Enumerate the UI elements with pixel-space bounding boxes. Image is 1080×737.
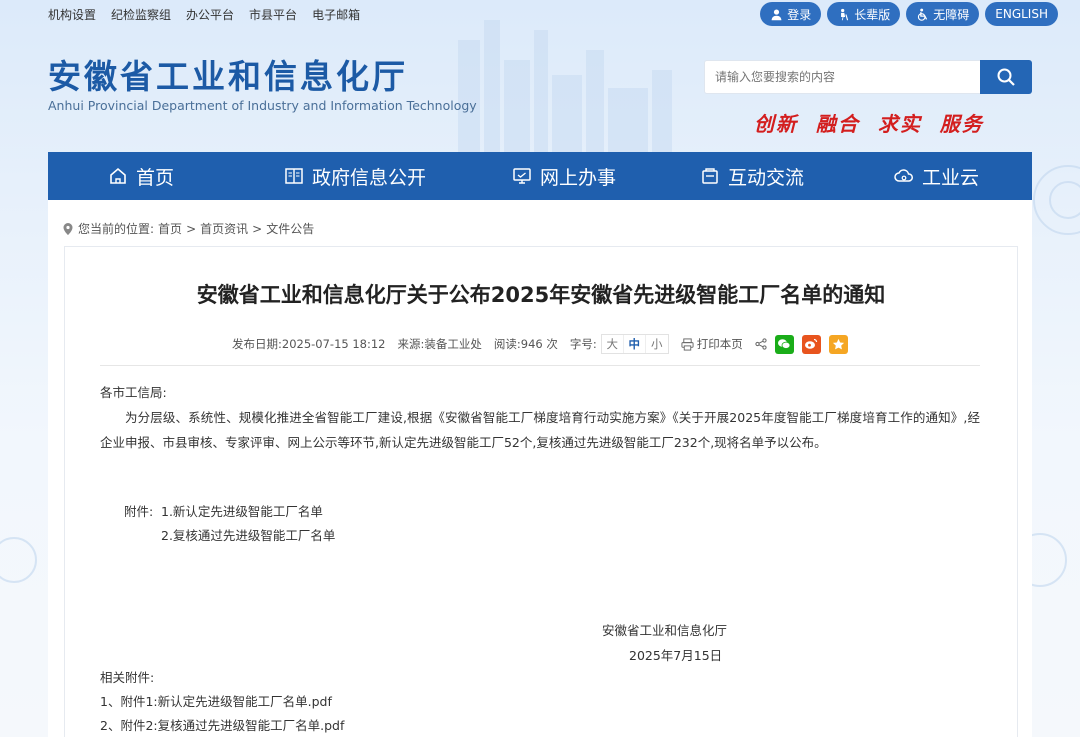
nav-home-label: 首页 (136, 166, 175, 189)
breadcrumb-notices[interactable]: 文件公告 (266, 220, 314, 237)
font-size-small[interactable]: 小 (646, 335, 668, 353)
breadcrumb-sep: > (186, 221, 197, 236)
nav-online-service[interactable]: 网上办事 (512, 152, 616, 200)
site-logo-subtitle: Anhui Provincial Department of Industry … (48, 98, 477, 113)
signature-org: 安徽省工业和信息化厅 (602, 623, 728, 638)
breadcrumb-sep: > (252, 221, 263, 236)
accessible-label: 无障碍 (933, 7, 970, 22)
wheelchair-icon (918, 8, 928, 21)
english-label: ENGLISH (995, 7, 1048, 21)
meta-divider (100, 365, 980, 366)
printer-icon (681, 337, 694, 351)
star-icon (832, 338, 844, 349)
breadcrumb-news[interactable]: 首页资讯 (200, 220, 248, 237)
weibo-share-button[interactable] (801, 334, 821, 354)
home-icon (110, 167, 126, 184)
font-size-control: 字号: 大 中 小 (570, 334, 669, 354)
top-link-cities[interactable]: 市县平台 (249, 6, 297, 23)
font-size-large[interactable]: 大 (602, 335, 624, 353)
related-attachment-link-1[interactable]: 1、附件1:新认定先进级智能工厂名单.pdf (100, 690, 332, 714)
user-icon (771, 8, 782, 20)
top-link-discipline[interactable]: 纪检监察组 (111, 6, 171, 23)
article-meta: 发布日期:2025-07-15 18:12 来源:装备工业处 阅读:946 次 … (232, 334, 848, 354)
attachment-item-2: 2.复核通过先进级智能工厂名单 (161, 528, 336, 543)
nav-interaction[interactable]: 互动交流 (700, 152, 804, 200)
top-bar: 机构设置 纪检监察组 办公平台 市县平台 电子邮箱 登录 长辈版 无障碍 ENG… (0, 0, 1080, 28)
search-box (704, 60, 1032, 94)
nav-gov-info-label: 政府信息公开 (312, 166, 427, 189)
signature-date: 2025年7月15日 (629, 648, 723, 663)
related-attachment-link-2[interactable]: 2、附件2:复核通过先进级智能工厂名单.pdf (100, 714, 344, 737)
print-label: 打印本页 (696, 337, 743, 351)
attachment-label: 附件: (124, 504, 154, 519)
monitor-icon (513, 168, 531, 184)
location-pin-icon (63, 222, 73, 235)
site-logo-title[interactable]: 安徽省工业和信息化厅 (48, 50, 408, 98)
login-label: 登录 (787, 7, 812, 22)
top-links: 机构设置 纪检监察组 办公平台 市县平台 电子邮箱 (48, 6, 360, 23)
breadcrumb-label: 您当前的位置: (78, 222, 155, 236)
main-nav: 首页 政府信息公开 网上办事 互动交流 工业云 (48, 152, 1032, 200)
login-button[interactable]: 登录 (760, 2, 822, 26)
top-link-email[interactable]: 电子邮箱 (312, 6, 360, 23)
elder-mode-button[interactable]: 长辈版 (827, 2, 901, 26)
view-count: 阅读:946 次 (493, 337, 558, 351)
mailbox-icon (702, 168, 718, 184)
slogan: 创新 融合 求实 服务 (754, 112, 984, 136)
salutation: 各市工信局: (100, 385, 167, 400)
font-size-label: 字号: (569, 337, 597, 351)
publish-date: 发布日期:2025-07-15 18:12 (232, 337, 386, 351)
nav-industry-cloud-label: 工业云 (922, 166, 980, 189)
nav-gov-info[interactable]: 政府信息公开 (284, 152, 426, 200)
nav-home[interactable]: 首页 (108, 152, 174, 200)
nav-online-service-label: 网上办事 (540, 166, 617, 189)
book-icon (285, 168, 303, 184)
article-paragraph: 为分层级、系统性、规模化推进全省智能工厂建设,根据《安徽省智能工厂梯度培育行动实… (100, 410, 980, 450)
elder-icon (841, 8, 849, 20)
related-attachments-label: 相关附件: (100, 670, 155, 685)
english-button[interactable]: ENGLISH (985, 2, 1058, 26)
weibo-icon (805, 338, 818, 349)
article-card (64, 246, 1018, 737)
top-link-org[interactable]: 机构设置 (48, 6, 96, 23)
breadcrumb: 您当前的位置: 首页 > 首页资讯 > 文件公告 (62, 220, 314, 237)
share-icon (755, 338, 767, 350)
elder-label: 长辈版 (854, 7, 891, 22)
accessible-button[interactable]: 无障碍 (906, 2, 980, 26)
font-size-options: 大 中 小 (600, 334, 669, 354)
top-buttons: 登录 长辈版 无障碍 ENGLISH (760, 2, 1058, 26)
favorite-button[interactable] (828, 334, 848, 354)
print-button[interactable]: 打印本页 (681, 336, 743, 352)
cloud-icon (894, 169, 913, 182)
breadcrumb-home[interactable]: 首页 (158, 220, 182, 237)
top-link-office[interactable]: 办公平台 (186, 6, 234, 23)
article-source: 来源:装备工业处 (397, 337, 482, 351)
share-buttons (755, 334, 848, 354)
attachment-item-1: 1.新认定先进级智能工厂名单 (161, 504, 323, 519)
search-icon (997, 68, 1015, 86)
wechat-icon (778, 339, 791, 349)
search-input[interactable] (704, 60, 980, 94)
search-button[interactable] (980, 60, 1032, 94)
article-title: 安徽省工业和信息化厅关于公布2025年安徽省先进级智能工厂名单的通知 (196, 283, 886, 307)
nav-industry-cloud[interactable]: 工业云 (894, 152, 979, 200)
font-size-medium[interactable]: 中 (624, 335, 646, 353)
wechat-share-button[interactable] (774, 334, 794, 354)
nav-interaction-label: 互动交流 (728, 166, 805, 189)
